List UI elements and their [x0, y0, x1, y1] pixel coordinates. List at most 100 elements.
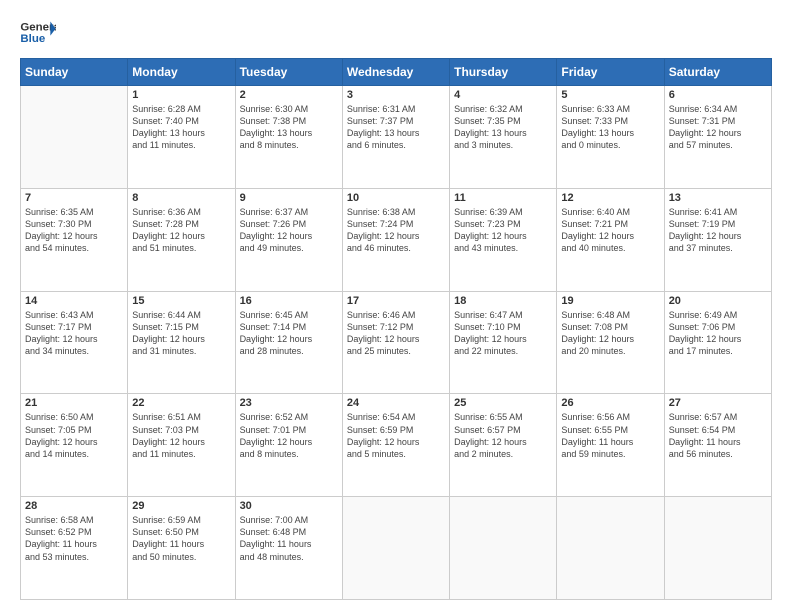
day-info: Sunrise: 6:38 AMSunset: 7:24 PMDaylight:…: [347, 206, 445, 255]
day-info: Sunrise: 6:28 AMSunset: 7:40 PMDaylight:…: [132, 103, 230, 152]
day-info: Sunrise: 6:50 AMSunset: 7:05 PMDaylight:…: [25, 411, 123, 460]
day-info: Sunrise: 6:31 AMSunset: 7:37 PMDaylight:…: [347, 103, 445, 152]
day-info: Sunrise: 6:34 AMSunset: 7:31 PMDaylight:…: [669, 103, 767, 152]
calendar-cell: 30 Sunrise: 7:00 AMSunset: 6:48 PMDayligh…: [235, 497, 342, 600]
calendar-cell: 25 Sunrise: 6:55 AMSunset: 6:57 PMDayligh…: [450, 394, 557, 497]
day-number: 7: [25, 192, 123, 204]
day-info: Sunrise: 6:51 AMSunset: 7:03 PMDaylight:…: [132, 411, 230, 460]
calendar-cell: 16 Sunrise: 6:45 AMSunset: 7:14 PMDayligh…: [235, 291, 342, 394]
day-number: 16: [240, 295, 338, 307]
day-number: 5: [561, 89, 659, 101]
logo-icon: General Blue: [20, 18, 56, 48]
weekday-header-wednesday: Wednesday: [342, 59, 449, 86]
day-info: Sunrise: 6:59 AMSunset: 6:50 PMDaylight:…: [132, 514, 230, 563]
day-number: 6: [669, 89, 767, 101]
day-number: 11: [454, 192, 552, 204]
day-info: Sunrise: 6:45 AMSunset: 7:14 PMDaylight:…: [240, 309, 338, 358]
calendar-cell: 13Sunrise: 6:41 AMSunset: 7:19 PMDayligh…: [664, 188, 771, 291]
week-row-1: 1 Sunrise: 6:28 AMSunset: 7:40 PMDaylight…: [21, 86, 772, 189]
day-number: 29: [132, 500, 230, 512]
calendar-cell: 4 Sunrise: 6:32 AMSunset: 7:35 PMDaylight…: [450, 86, 557, 189]
day-info: Sunrise: 6:47 AMSunset: 7:10 PMDaylight:…: [454, 309, 552, 358]
day-number: 3: [347, 89, 445, 101]
day-info: Sunrise: 6:43 AMSunset: 7:17 PMDaylight:…: [25, 309, 123, 358]
day-number: 28: [25, 500, 123, 512]
day-info: Sunrise: 6:56 AMSunset: 6:55 PMDaylight:…: [561, 411, 659, 460]
day-number: 30: [240, 500, 338, 512]
calendar-cell: 22 Sunrise: 6:51 AMSunset: 7:03 PMDayligh…: [128, 394, 235, 497]
day-number: 4: [454, 89, 552, 101]
day-number: 13: [669, 192, 767, 204]
day-number: 22: [132, 397, 230, 409]
calendar-cell: 7 Sunrise: 6:35 AMSunset: 7:30 PMDaylight…: [21, 188, 128, 291]
day-info: Sunrise: 6:40 AMSunset: 7:21 PMDaylight:…: [561, 206, 659, 255]
day-number: 2: [240, 89, 338, 101]
day-info: Sunrise: 6:32 AMSunset: 7:35 PMDaylight:…: [454, 103, 552, 152]
day-number: 25: [454, 397, 552, 409]
calendar-cell: 28 Sunrise: 6:58 AMSunset: 6:52 PMDayligh…: [21, 497, 128, 600]
calendar-cell: 8 Sunrise: 6:36 AMSunset: 7:28 PMDaylight…: [128, 188, 235, 291]
day-info: Sunrise: 6:46 AMSunset: 7:12 PMDaylight:…: [347, 309, 445, 358]
page: General Blue SundayMondayTuesdayWednesda…: [0, 0, 792, 612]
calendar-cell: 11 Sunrise: 6:39 AMSunset: 7:23 PMDayligh…: [450, 188, 557, 291]
weekday-header-friday: Friday: [557, 59, 664, 86]
day-number: 27: [669, 397, 767, 409]
day-info: Sunrise: 6:33 AMSunset: 7:33 PMDaylight:…: [561, 103, 659, 152]
calendar-cell: 29 Sunrise: 6:59 AMSunset: 6:50 PMDayligh…: [128, 497, 235, 600]
calendar-cell: 1 Sunrise: 6:28 AMSunset: 7:40 PMDaylight…: [128, 86, 235, 189]
day-number: 17: [347, 295, 445, 307]
calendar-cell: 27 Sunrise: 6:57 AMSunset: 6:54 PMDayligh…: [664, 394, 771, 497]
weekday-header-sunday: Sunday: [21, 59, 128, 86]
calendar-cell: 18Sunrise: 6:47 AMSunset: 7:10 PMDayligh…: [450, 291, 557, 394]
calendar-cell: 3 Sunrise: 6:31 AMSunset: 7:37 PMDaylight…: [342, 86, 449, 189]
calendar-table: SundayMondayTuesdayWednesdayThursdayFrid…: [20, 58, 772, 600]
calendar-cell: 5 Sunrise: 6:33 AMSunset: 7:33 PMDaylight…: [557, 86, 664, 189]
day-number: 24: [347, 397, 445, 409]
calendar-cell: 2 Sunrise: 6:30 AMSunset: 7:38 PMDaylight…: [235, 86, 342, 189]
day-number: 9: [240, 192, 338, 204]
day-info: Sunrise: 6:58 AMSunset: 6:52 PMDaylight:…: [25, 514, 123, 563]
logo: General Blue: [20, 18, 56, 48]
calendar-cell: 17 Sunrise: 6:46 AMSunset: 7:12 PMDayligh…: [342, 291, 449, 394]
calendar-cell: 24Sunrise: 6:54 AMSunset: 6:59 PMDayligh…: [342, 394, 449, 497]
day-info: Sunrise: 6:36 AMSunset: 7:28 PMDaylight:…: [132, 206, 230, 255]
day-number: 21: [25, 397, 123, 409]
week-row-5: 28 Sunrise: 6:58 AMSunset: 6:52 PMDayligh…: [21, 497, 772, 600]
weekday-header-tuesday: Tuesday: [235, 59, 342, 86]
calendar-cell: [557, 497, 664, 600]
day-number: 26: [561, 397, 659, 409]
calendar-cell: [664, 497, 771, 600]
weekday-header-row: SundayMondayTuesdayWednesdayThursdayFrid…: [21, 59, 772, 86]
weekday-header-saturday: Saturday: [664, 59, 771, 86]
calendar-cell: 15Sunrise: 6:44 AMSunset: 7:15 PMDayligh…: [128, 291, 235, 394]
day-number: 12: [561, 192, 659, 204]
calendar-cell: 23Sunrise: 6:52 AMSunset: 7:01 PMDayligh…: [235, 394, 342, 497]
day-info: Sunrise: 6:30 AMSunset: 7:38 PMDaylight:…: [240, 103, 338, 152]
day-info: Sunrise: 6:49 AMSunset: 7:06 PMDaylight:…: [669, 309, 767, 358]
day-number: 23: [240, 397, 338, 409]
calendar-cell: 14 Sunrise: 6:43 AMSunset: 7:17 PMDayligh…: [21, 291, 128, 394]
day-info: Sunrise: 6:48 AMSunset: 7:08 PMDaylight:…: [561, 309, 659, 358]
day-number: 1: [132, 89, 230, 101]
day-info: Sunrise: 6:39 AMSunset: 7:23 PMDaylight:…: [454, 206, 552, 255]
day-info: Sunrise: 6:55 AMSunset: 6:57 PMDaylight:…: [454, 411, 552, 460]
calendar-cell: 21 Sunrise: 6:50 AMSunset: 7:05 PMDayligh…: [21, 394, 128, 497]
day-info: Sunrise: 7:00 AMSunset: 6:48 PMDaylight:…: [240, 514, 338, 563]
day-info: Sunrise: 6:44 AMSunset: 7:15 PMDaylight:…: [132, 309, 230, 358]
calendar-cell: 19 Sunrise: 6:48 AMSunset: 7:08 PMDayligh…: [557, 291, 664, 394]
week-row-2: 7 Sunrise: 6:35 AMSunset: 7:30 PMDaylight…: [21, 188, 772, 291]
header: General Blue: [20, 18, 772, 48]
day-number: 8: [132, 192, 230, 204]
calendar-cell: 12 Sunrise: 6:40 AMSunset: 7:21 PMDayligh…: [557, 188, 664, 291]
day-number: 20: [669, 295, 767, 307]
calendar-cell: 20 Sunrise: 6:49 AMSunset: 7:06 PMDayligh…: [664, 291, 771, 394]
day-info: Sunrise: 6:37 AMSunset: 7:26 PMDaylight:…: [240, 206, 338, 255]
weekday-header-monday: Monday: [128, 59, 235, 86]
day-number: 10: [347, 192, 445, 204]
day-info: Sunrise: 6:35 AMSunset: 7:30 PMDaylight:…: [25, 206, 123, 255]
day-number: 14: [25, 295, 123, 307]
day-number: 19: [561, 295, 659, 307]
calendar-cell: 10 Sunrise: 6:38 AMSunset: 7:24 PMDayligh…: [342, 188, 449, 291]
week-row-3: 14 Sunrise: 6:43 AMSunset: 7:17 PMDayligh…: [21, 291, 772, 394]
day-info: Sunrise: 6:57 AMSunset: 6:54 PMDaylight:…: [669, 411, 767, 460]
